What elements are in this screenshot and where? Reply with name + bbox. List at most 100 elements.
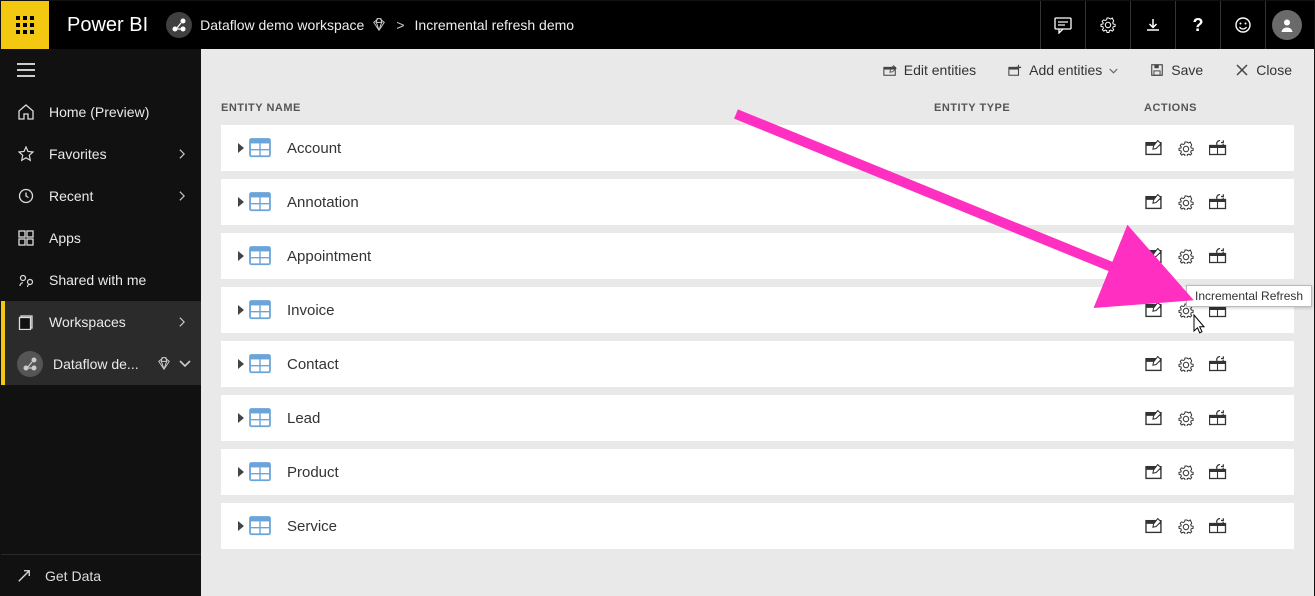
table-row: Service xyxy=(221,503,1294,549)
top-bar: Power BI Dataflow demo workspace > Incre… xyxy=(1,1,1314,49)
breadcrumb-sep: > xyxy=(396,17,404,33)
expand-caret[interactable] xyxy=(233,521,249,531)
sidebar-item-label: Recent xyxy=(49,188,93,204)
table-icon xyxy=(249,138,271,157)
action-settings[interactable] xyxy=(1176,354,1196,374)
entity-name: Account xyxy=(287,140,934,157)
action-settings[interactable] xyxy=(1176,516,1196,536)
action-incremental-refresh[interactable] xyxy=(1208,138,1228,158)
sidebar-item-home[interactable]: Home (Preview) xyxy=(1,91,201,133)
sidebar-item-label: Home (Preview) xyxy=(49,104,149,120)
expand-caret[interactable] xyxy=(233,251,249,261)
workspace-chip-icon xyxy=(17,351,43,377)
action-edit-entity[interactable] xyxy=(1144,516,1164,536)
action-edit-entity[interactable] xyxy=(1144,138,1164,158)
save-label: Save xyxy=(1171,62,1203,78)
settings-button[interactable] xyxy=(1086,1,1130,49)
add-entities-label: Add entities xyxy=(1029,62,1102,78)
sidebar-item-workspaces[interactable]: Workspaces xyxy=(1,301,201,343)
entity-name: Product xyxy=(287,464,934,481)
apps-icon xyxy=(17,230,35,246)
table-row: Contact xyxy=(221,341,1294,387)
get-data-label: Get Data xyxy=(45,568,101,584)
save-button[interactable]: Save xyxy=(1150,62,1203,78)
action-edit-entity[interactable] xyxy=(1144,192,1164,212)
entity-name: Appointment xyxy=(287,248,934,265)
action-incremental-refresh[interactable] xyxy=(1208,408,1228,428)
action-settings[interactable] xyxy=(1176,462,1196,482)
table-row: Product xyxy=(221,449,1294,495)
breadcrumb-page: Incremental refresh demo xyxy=(415,17,575,33)
action-settings[interactable] xyxy=(1176,408,1196,428)
expand-caret[interactable] xyxy=(233,467,249,477)
entity-name: Service xyxy=(287,518,934,535)
download-icon xyxy=(1144,16,1162,34)
home-icon xyxy=(17,104,35,120)
sidebar-active-workspace[interactable]: Dataflow de... xyxy=(1,343,201,385)
premium-icon xyxy=(157,357,171,371)
brand: Power BI xyxy=(49,14,166,37)
entity-name: Lead xyxy=(287,410,934,427)
table-icon xyxy=(249,354,271,373)
entity-name: Invoice xyxy=(287,302,934,319)
cursor-pointer-icon xyxy=(1189,313,1209,342)
table-row: Account xyxy=(221,125,1294,171)
expand-caret[interactable] xyxy=(233,197,249,207)
action-settings[interactable] xyxy=(1176,192,1196,212)
download-button[interactable] xyxy=(1131,1,1175,49)
action-incremental-refresh[interactable] xyxy=(1208,462,1228,482)
action-edit-entity[interactable] xyxy=(1144,300,1164,320)
expand-caret[interactable] xyxy=(233,143,249,153)
sidebar: Home (Preview) Favorites Recent Apps Sha… xyxy=(1,49,201,596)
sidebar-item-label: Favorites xyxy=(49,146,107,162)
app-launcher[interactable] xyxy=(1,1,49,49)
action-edit-entity[interactable] xyxy=(1144,246,1164,266)
get-data-icon xyxy=(17,569,31,583)
person-icon xyxy=(1278,16,1296,34)
sidebar-item-apps[interactable]: Apps xyxy=(1,217,201,259)
table-icon xyxy=(249,300,271,319)
action-settings[interactable] xyxy=(1176,138,1196,158)
col-name: ENTITY NAME xyxy=(221,102,934,114)
action-incremental-refresh[interactable] xyxy=(1208,516,1228,536)
action-incremental-refresh[interactable] xyxy=(1208,246,1228,266)
tooltip-incremental-refresh: Incremental Refresh xyxy=(1186,285,1312,307)
breadcrumb-workspace[interactable]: Dataflow demo workspace xyxy=(200,17,364,33)
table-row: Lead xyxy=(221,395,1294,441)
comments-button[interactable] xyxy=(1041,1,1085,49)
sidebar-item-label: Workspaces xyxy=(49,314,126,330)
sidebar-item-shared[interactable]: Shared with me xyxy=(1,259,201,301)
action-edit-entity[interactable] xyxy=(1144,462,1164,482)
expand-caret[interactable] xyxy=(233,305,249,315)
table-row: Annotation xyxy=(221,179,1294,225)
action-incremental-refresh[interactable] xyxy=(1208,192,1228,212)
feedback-button[interactable] xyxy=(1221,1,1265,49)
sidebar-item-label: Shared with me xyxy=(49,272,146,288)
action-settings[interactable] xyxy=(1176,246,1196,266)
action-edit-entity[interactable] xyxy=(1144,354,1164,374)
edit-entities-icon xyxy=(883,63,897,77)
main: Edit entities Add entities Save Close EN… xyxy=(201,49,1314,596)
help-button[interactable]: ? xyxy=(1176,1,1220,49)
add-entities-button[interactable]: Add entities xyxy=(1008,62,1118,78)
chevron-down-icon xyxy=(1109,62,1118,78)
hamburger-button[interactable] xyxy=(1,49,201,91)
action-edit-entity[interactable] xyxy=(1144,408,1164,428)
sidebar-item-favorites[interactable]: Favorites xyxy=(1,133,201,175)
account-button[interactable] xyxy=(1272,10,1302,40)
chevron-down-icon xyxy=(179,356,191,372)
edit-entities-label: Edit entities xyxy=(904,62,976,78)
get-data-button[interactable]: Get Data xyxy=(1,554,201,596)
sidebar-item-recent[interactable]: Recent xyxy=(1,175,201,217)
table-icon xyxy=(249,462,271,481)
table-icon xyxy=(249,516,271,535)
expand-caret[interactable] xyxy=(233,413,249,423)
col-type: ENTITY TYPE xyxy=(934,102,1144,114)
close-button[interactable]: Close xyxy=(1235,62,1292,78)
gear-icon xyxy=(1099,16,1117,34)
action-incremental-refresh[interactable] xyxy=(1208,354,1228,374)
edit-entities-button[interactable]: Edit entities xyxy=(883,62,976,78)
table-row: Invoice xyxy=(221,287,1294,333)
chevron-right-icon xyxy=(177,188,187,204)
expand-caret[interactable] xyxy=(233,359,249,369)
